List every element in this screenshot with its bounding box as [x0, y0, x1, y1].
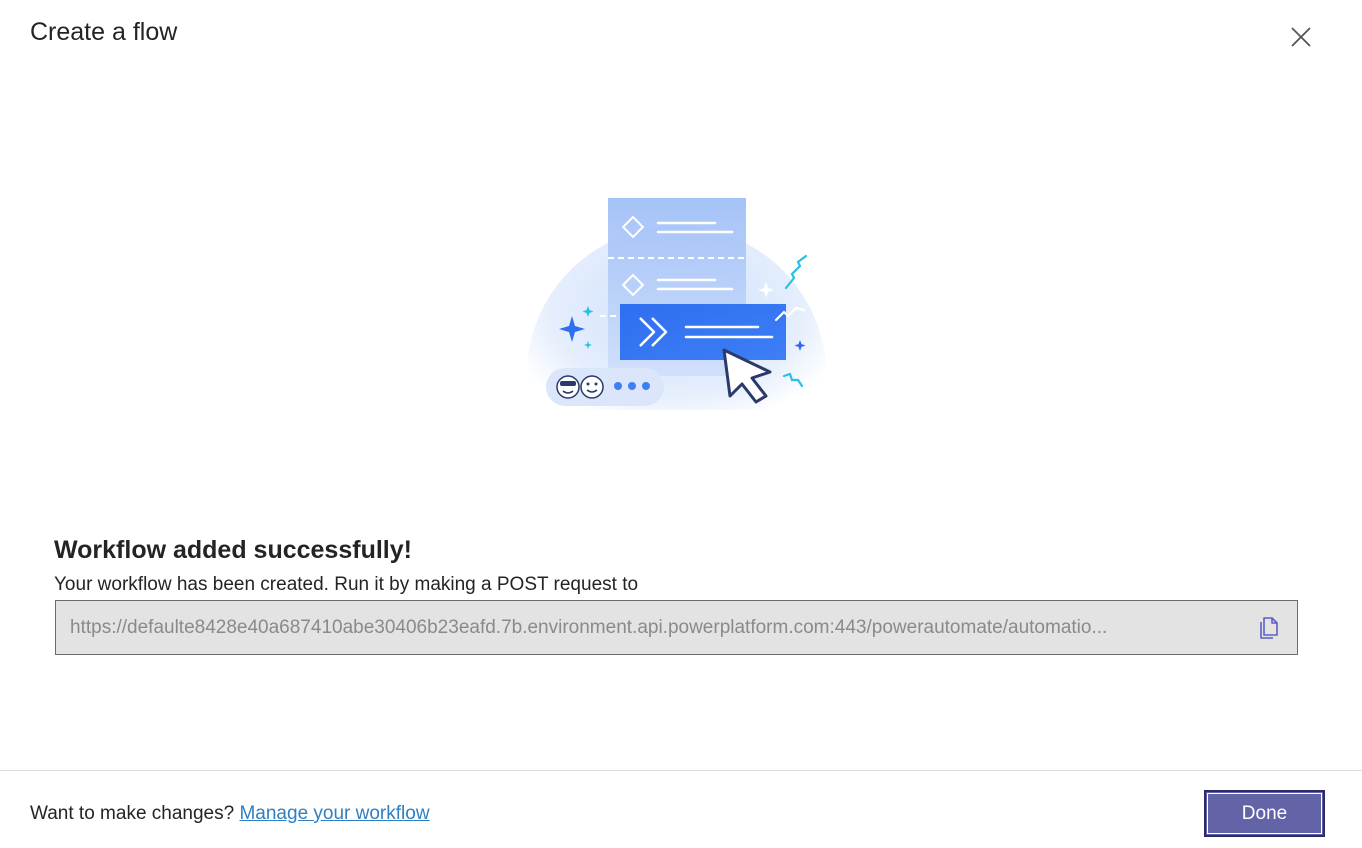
- copy-url-button[interactable]: [1245, 605, 1291, 651]
- done-button[interactable]: Done: [1204, 790, 1325, 837]
- footer-prompt: Want to make changes? Manage your workfl…: [30, 803, 430, 825]
- flow-illustration: [520, 190, 840, 430]
- success-heading: Workflow added successfully!: [54, 536, 412, 564]
- footer-prompt-text: Want to make changes?: [30, 803, 235, 824]
- manage-workflow-link[interactable]: Manage your workflow: [239, 803, 429, 824]
- close-icon: [1291, 27, 1311, 47]
- url-field[interactable]: https://defaulte8428e40a687410abe30406b2…: [55, 600, 1298, 655]
- close-button[interactable]: [1284, 20, 1318, 54]
- copy-icon: [1260, 616, 1278, 639]
- footer-divider: [0, 770, 1362, 771]
- url-text[interactable]: https://defaulte8428e40a687410abe30406b2…: [56, 617, 1245, 639]
- dialog-title: Create a flow: [30, 18, 178, 46]
- success-description: Your workflow has been created. Run it b…: [54, 574, 639, 595]
